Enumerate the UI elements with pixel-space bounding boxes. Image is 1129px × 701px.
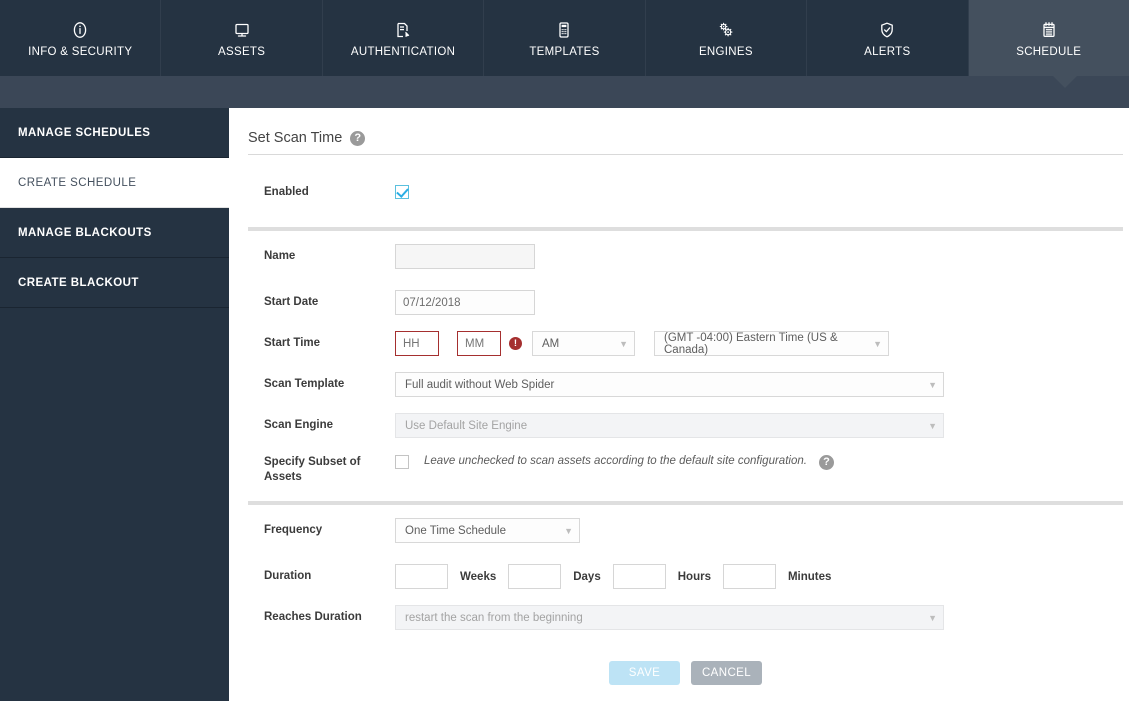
form-row-duration: Duration Weeks Days Hours Minutes [248, 556, 1129, 597]
form-actions: SAVE CANCEL [248, 638, 1123, 685]
nav-tab-engines[interactable]: ENGINES [646, 0, 808, 76]
duration-minutes-unit: Minutes [787, 570, 832, 583]
nav-tab-label: AUTHENTICATION [350, 45, 456, 58]
frequency-value: One Time Schedule [405, 524, 507, 537]
frequency-select[interactable]: One Time Schedule ▼ [395, 518, 580, 543]
sidebar-item-label: CREATE SCHEDULE [18, 176, 137, 189]
sidebar-item-create-schedule[interactable]: CREATE SCHEDULE [0, 158, 229, 208]
specify-subset-help-icon[interactable]: ? [818, 455, 834, 470]
duration-minutes-input[interactable] [722, 564, 776, 589]
app-root: INFO & SECURITY ASSETS AUTHENTICATION TE… [0, 0, 1129, 701]
monitor-icon [232, 19, 252, 41]
schedule-form: Enabled Name Start Date 07/12/2018 Start… [248, 155, 1129, 685]
sub-navigation-bar [0, 76, 1129, 108]
form-row-enabled: Enabled [248, 157, 1129, 227]
name-label: Name [264, 250, 296, 262]
form-row-start-date: Start Date [248, 282, 1129, 323]
nav-tab-templates[interactable]: TEMPLATES [484, 0, 646, 76]
start-time-hour-input[interactable] [395, 331, 439, 356]
chevron-down-icon: ▼ [619, 338, 628, 349]
chevron-down-icon: ▼ [564, 525, 573, 536]
form-row-frequency: Frequency One Time Schedule ▼ [248, 505, 1129, 556]
page-header: Set Scan Time ? [248, 108, 1129, 154]
scan-template-select[interactable]: Full audit without Web Spider ▼ [395, 372, 944, 397]
scan-template-value: Full audit without Web Spider [405, 378, 555, 391]
start-time-label: Start Time [264, 337, 321, 349]
chevron-down-icon: ▼ [928, 420, 937, 431]
nav-tab-alerts[interactable]: ALERTS [807, 0, 969, 76]
scan-engine-value: Use Default Site Engine [405, 419, 528, 432]
form-row-reaches-duration: Reaches Duration restart the scan from t… [248, 597, 1129, 638]
shield-check-icon [877, 19, 897, 41]
start-date-label: Start Date [264, 296, 319, 308]
timezone-value: (GMT -04:00) Eastern Time (US & Canada) [664, 331, 838, 356]
validation-error-icon: ! [509, 337, 522, 350]
nav-tab-label: SCHEDULE [1016, 45, 1082, 58]
duration-hours-input[interactable] [612, 564, 666, 589]
document-pen-icon [393, 19, 413, 41]
nav-tab-label: TEMPLATES [529, 45, 600, 58]
chevron-down-icon: ▼ [873, 338, 882, 349]
frequency-label: Frequency [264, 524, 323, 536]
active-tab-pointer-icon [1053, 76, 1077, 88]
duration-days-input[interactable] [508, 564, 562, 589]
specify-subset-checkbox[interactable] [395, 455, 409, 469]
sidebar: MANAGE SCHEDULES CREATE SCHEDULE MANAGE … [0, 108, 229, 701]
reaches-duration-value: restart the scan from the beginning [405, 611, 583, 624]
enabled-label: Enabled [264, 185, 309, 198]
sidebar-item-label: MANAGE BLACKOUTS [18, 226, 152, 239]
scan-engine-select[interactable]: Use Default Site Engine ▼ [395, 413, 944, 438]
form-row-scan-engine: Scan Engine Use Default Site Engine ▼ [248, 405, 1129, 446]
timezone-select[interactable]: (GMT -04:00) Eastern Time (US & Canada) … [654, 331, 889, 356]
meridiem-value: AM [542, 337, 560, 350]
nav-tab-info-security[interactable]: INFO & SECURITY [0, 0, 162, 76]
page-title: Set Scan Time [248, 130, 343, 146]
sidebar-item-label: MANAGE SCHEDULES [18, 126, 151, 139]
chevron-down-icon: ▼ [928, 379, 937, 390]
reaches-duration-label: Reaches Duration [264, 611, 362, 623]
help-icon[interactable]: ? [350, 130, 366, 146]
save-button[interactable]: SAVE [609, 661, 680, 685]
sidebar-item-manage-blackouts[interactable]: MANAGE BLACKOUTS [0, 208, 229, 258]
scan-engine-label: Scan Engine [264, 419, 334, 431]
nav-tab-label: ENGINES [698, 45, 753, 58]
specify-subset-hint: Leave unchecked to scan assets according… [424, 455, 807, 467]
scan-template-label: Scan Template [264, 378, 345, 390]
sidebar-item-manage-schedules[interactable]: MANAGE SCHEDULES [0, 108, 229, 158]
start-date-input[interactable] [395, 290, 535, 315]
nav-tab-schedule[interactable]: SCHEDULE [968, 0, 1129, 76]
info-circle-icon [70, 19, 90, 41]
sidebar-item-create-blackout[interactable]: CREATE BLACKOUT [0, 258, 229, 308]
form-row-scan-template: Scan Template Full audit without Web Spi… [248, 364, 1129, 405]
duration-hours-unit: Hours [677, 570, 711, 583]
duration-days-unit: Days [573, 570, 601, 583]
cancel-button[interactable]: CANCEL [691, 661, 762, 685]
gears-icon [716, 19, 736, 41]
sidebar-item-label: CREATE BLACKOUT [18, 276, 139, 289]
nav-tab-assets[interactable]: ASSETS [161, 0, 323, 76]
nav-tab-authentication[interactable]: AUTHENTICATION [323, 0, 485, 76]
form-row-start-time: Start Time ! AM ▼ (GMT -04:00) Eastern T… [248, 323, 1129, 364]
duration-weeks-input[interactable] [395, 564, 448, 589]
calculator-icon [554, 19, 574, 41]
top-navigation: INFO & SECURITY ASSETS AUTHENTICATION TE… [0, 0, 1129, 76]
duration-weeks-unit: Weeks [460, 570, 497, 583]
enabled-checkbox[interactable] [395, 185, 409, 199]
form-row-specify-subset: Specify Subset of Assets Leave unchecked… [248, 446, 1129, 492]
main-content: Set Scan Time ? Enabled Name Start Date … [229, 108, 1129, 701]
chevron-down-icon: ▼ [928, 612, 937, 623]
reaches-duration-select[interactable]: restart the scan from the beginning ▼ [395, 605, 944, 630]
name-input[interactable] [395, 244, 535, 269]
specify-subset-label: Specify Subset of Assets [264, 456, 361, 483]
nav-tab-label: ALERTS [864, 45, 911, 58]
nav-tab-label: INFO & SECURITY [28, 45, 133, 58]
start-time-minute-input[interactable] [457, 331, 501, 356]
calendar-icon [1039, 19, 1059, 41]
meridiem-select[interactable]: AM ▼ [532, 331, 635, 356]
nav-tab-label: ASSETS [218, 45, 266, 58]
form-row-name: Name [248, 231, 1129, 282]
duration-label: Duration [264, 570, 312, 582]
